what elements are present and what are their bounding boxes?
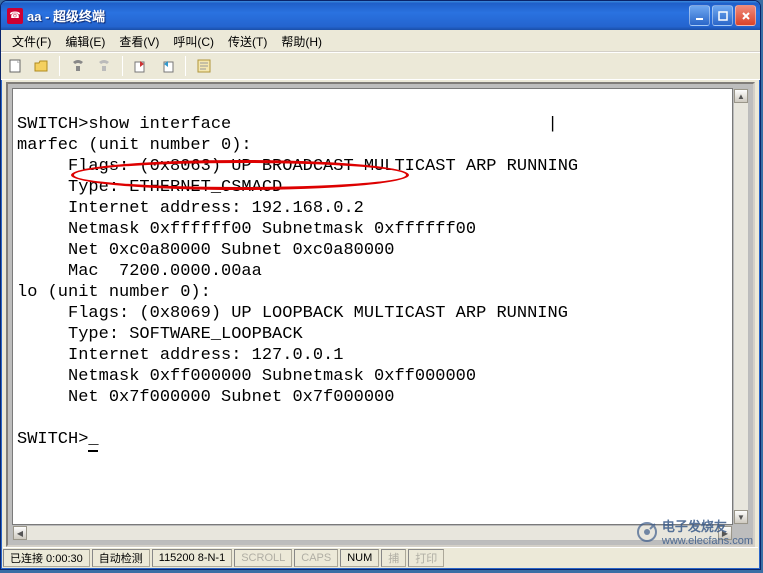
new-doc-icon[interactable]	[5, 56, 25, 76]
status-caps: CAPS	[294, 549, 338, 567]
tool-bar	[1, 52, 760, 80]
phone-hangup-icon[interactable]	[94, 56, 114, 76]
menu-help[interactable]: 帮助(H)	[274, 31, 329, 52]
title-bar[interactable]: ☎ aa - 超级终端	[1, 1, 760, 30]
status-bar: 已连接 0:00:30 自动检测 115200 8-N-1 SCROLL CAP…	[3, 547, 758, 567]
status-autodetect: 自动检测	[92, 549, 150, 567]
window-title: aa - 超级终端	[27, 6, 689, 25]
send-file-icon[interactable]	[131, 56, 151, 76]
properties-icon[interactable]	[194, 56, 214, 76]
receive-file-icon[interactable]	[157, 56, 177, 76]
status-num: NUM	[340, 549, 379, 567]
minimize-button[interactable]	[689, 5, 710, 26]
watermark-url: www.elecfans.com	[662, 535, 753, 547]
status-serial: 115200 8-N-1	[152, 549, 232, 567]
toolbar-separator	[59, 56, 60, 76]
scrollbar-horizontal[interactable]: ◀ ▶	[12, 525, 733, 541]
app-window: ☎ aa - 超级终端 文件(F) 编辑(E) 查看(V) 呼叫(C) 传送(T…	[0, 0, 761, 570]
scroll-left-icon[interactable]: ◀	[13, 526, 27, 540]
terminal-output[interactable]: SWITCH>show interface | marfec (unit num…	[12, 88, 733, 525]
menu-bar: 文件(F) 编辑(E) 查看(V) 呼叫(C) 传送(T) 帮助(H)	[1, 30, 760, 52]
menu-edit[interactable]: 编辑(E)	[58, 31, 112, 52]
app-icon: ☎	[7, 8, 23, 24]
watermark-icon	[636, 521, 658, 543]
menu-file[interactable]: 文件(F)	[5, 31, 58, 52]
phone-connect-icon[interactable]	[68, 56, 88, 76]
status-capture: 捕	[381, 549, 406, 567]
toolbar-separator	[122, 56, 123, 76]
scroll-up-icon[interactable]: ▲	[734, 89, 748, 103]
terminal-cursor: _	[88, 429, 98, 452]
toolbar-separator	[185, 56, 186, 76]
terminal-text: SWITCH>show interface | marfec (unit num…	[17, 115, 578, 449]
status-connection: 已连接 0:00:30	[3, 549, 90, 567]
scrollbar-vertical[interactable]: ▲ ▼	[733, 88, 749, 525]
menu-call[interactable]: 呼叫(C)	[166, 31, 221, 52]
close-button[interactable]	[735, 5, 756, 26]
open-folder-icon[interactable]	[31, 56, 51, 76]
status-scroll: SCROLL	[234, 549, 292, 567]
watermark: 电子发烧友 www.elecfans.com	[636, 516, 753, 547]
maximize-button[interactable]	[712, 5, 733, 26]
status-print: 打印	[408, 549, 444, 567]
menu-transfer[interactable]: 传送(T)	[221, 31, 274, 52]
terminal-container: SWITCH>show interface | marfec (unit num…	[6, 82, 755, 547]
menu-view[interactable]: 查看(V)	[112, 31, 166, 52]
watermark-text: 电子发烧友	[662, 516, 753, 535]
